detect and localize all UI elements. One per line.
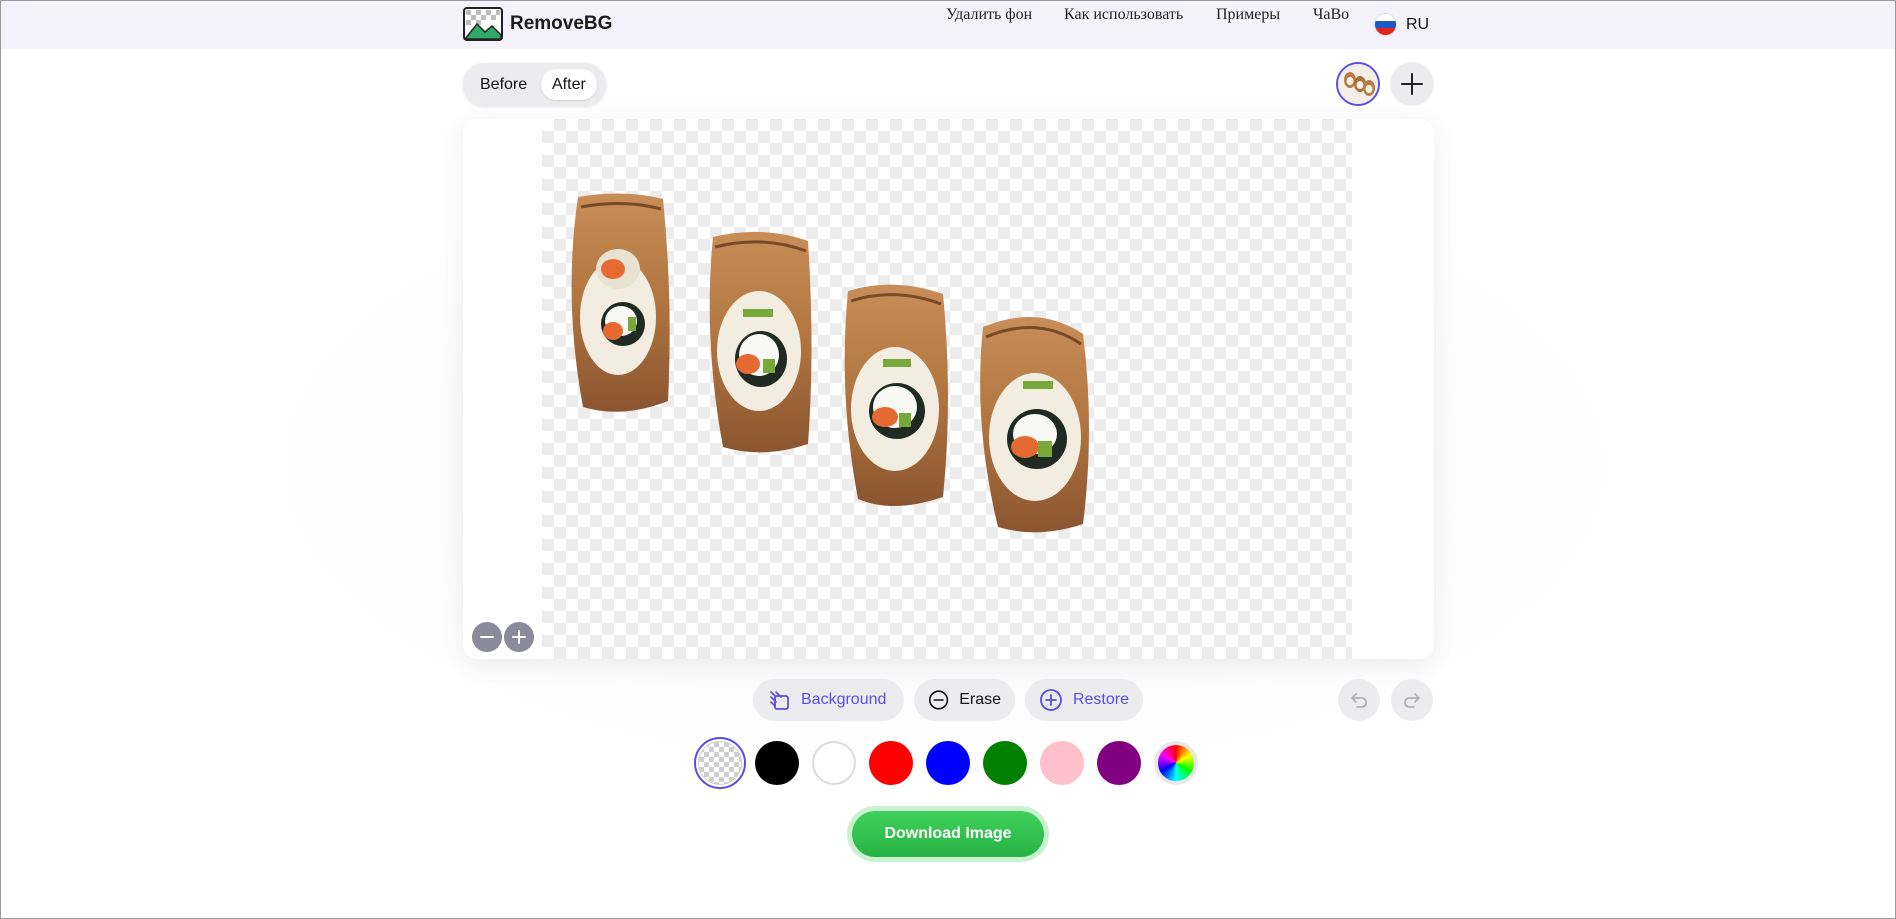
after-tab[interactable]: After xyxy=(541,69,597,100)
add-image-button[interactable] xyxy=(1390,62,1434,106)
redo-icon xyxy=(1404,693,1420,708)
russia-flag-icon xyxy=(1375,14,1396,35)
zoom-out-button[interactable] xyxy=(472,622,502,652)
nav-item-remove-bg[interactable]: Удалить фон xyxy=(946,6,1032,24)
swatch-red[interactable] xyxy=(869,741,913,785)
swatch-custom-color[interactable] xyxy=(1154,741,1198,785)
redo-button[interactable] xyxy=(1391,679,1433,721)
background-tool-button[interactable]: Background xyxy=(753,679,904,721)
nav-item-how-to-use[interactable]: Как использовать xyxy=(1064,6,1183,24)
undo-icon xyxy=(1351,693,1367,708)
language-label: RU xyxy=(1406,15,1430,33)
language-selector[interactable]: RU xyxy=(1375,14,1429,35)
sushi-thumbnail-image xyxy=(1338,64,1378,104)
image-canvas[interactable] xyxy=(463,119,1434,659)
download-image-button[interactable]: Download Image xyxy=(852,811,1044,857)
before-after-toggle: Before After xyxy=(463,63,606,106)
layers-icon xyxy=(770,691,789,710)
swatch-white[interactable] xyxy=(812,741,856,785)
minus-circle-icon xyxy=(928,690,949,710)
nav-item-examples[interactable]: Примеры xyxy=(1216,6,1280,24)
plus-circle-icon xyxy=(1040,689,1062,711)
before-tab[interactable]: Before xyxy=(469,69,538,100)
swatch-black[interactable] xyxy=(755,741,799,785)
zoom-in-button[interactable] xyxy=(504,622,534,652)
swatch-purple[interactable] xyxy=(1097,741,1141,785)
sushi-image xyxy=(571,193,1089,533)
nav-item-faq[interactable]: ЧаВо xyxy=(1313,6,1349,24)
swatch-blue[interactable] xyxy=(926,741,970,785)
app-name: RemoveBG xyxy=(510,13,613,34)
logo[interactable]: RemoveBG xyxy=(463,7,612,41)
erase-tool-label: Erase xyxy=(959,691,1001,708)
header: RemoveBG Удалить фон Как использовать Пр… xyxy=(0,0,1896,49)
image-landscape-icon xyxy=(463,7,503,41)
image-thumbnail[interactable] xyxy=(1336,62,1380,106)
swatch-pink[interactable] xyxy=(1040,741,1084,785)
plus-icon xyxy=(1401,73,1423,95)
restore-tool-button[interactable]: Restore xyxy=(1025,679,1143,721)
background-tool-label: Background xyxy=(801,691,887,708)
plus-icon xyxy=(512,630,526,644)
minus-icon xyxy=(480,636,494,638)
swatch-transparent[interactable] xyxy=(694,737,746,789)
erase-tool-button[interactable]: Erase xyxy=(914,679,1015,721)
swatch-green[interactable] xyxy=(983,741,1027,785)
restore-tool-label: Restore xyxy=(1072,691,1129,708)
undo-button[interactable] xyxy=(1338,679,1380,721)
